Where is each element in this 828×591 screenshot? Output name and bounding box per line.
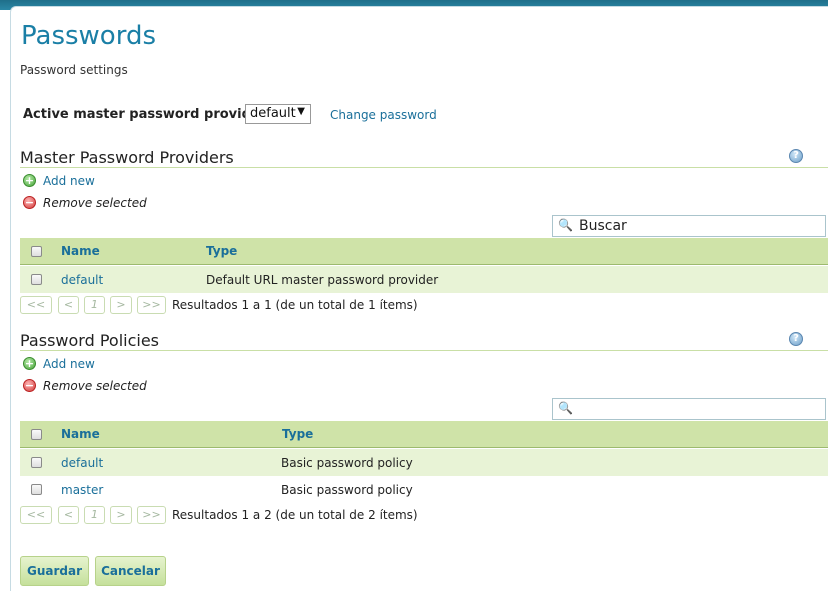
- pager-page-button[interactable]: 1: [84, 296, 105, 314]
- pager-prev-button[interactable]: <: [58, 296, 79, 314]
- add-policy-link[interactable]: Add new: [43, 357, 95, 371]
- change-password-link[interactable]: Change password: [330, 108, 437, 122]
- provider-search-box[interactable]: 🔍: [552, 215, 826, 237]
- provider-search-input[interactable]: [579, 218, 819, 234]
- column-header-type[interactable]: Type: [282, 427, 313, 441]
- row-name-link[interactable]: default: [61, 456, 103, 470]
- pager-last-button[interactable]: >>: [137, 296, 166, 314]
- add-icon[interactable]: +: [23, 174, 36, 187]
- policy-search-box[interactable]: 🔍: [552, 398, 826, 420]
- master-provider-select[interactable]: default ▼: [245, 104, 311, 124]
- select-all-checkbox[interactable]: [31, 429, 42, 440]
- add-provider-link[interactable]: Add new: [43, 174, 95, 188]
- pager-first-button[interactable]: <<: [20, 506, 52, 524]
- search-icon: 🔍: [558, 401, 573, 415]
- row-type: Basic password policy: [281, 456, 413, 470]
- cancel-button[interactable]: Cancelar: [95, 556, 166, 586]
- pager-last-button[interactable]: >>: [137, 506, 166, 524]
- select-all-checkbox[interactable]: [31, 246, 42, 257]
- remove-provider-link[interactable]: Remove selected: [43, 196, 147, 210]
- row-checkbox[interactable]: [31, 274, 42, 285]
- section-divider: [20, 350, 828, 351]
- help-icon[interactable]: ?: [789, 149, 803, 163]
- save-button[interactable]: Guardar: [20, 556, 89, 586]
- master-provider-label: Active master password provider: [23, 107, 267, 122]
- pager-results-text: Resultados 1 a 2 (de un total de 2 ítems…: [172, 508, 418, 522]
- providers-table-header: Name Type: [20, 238, 828, 265]
- section-divider: [20, 167, 828, 168]
- pager-next-button[interactable]: >: [110, 506, 132, 524]
- pager-results-text: Resultados 1 a 1 (de un total de 1 ítems…: [172, 298, 418, 312]
- page-title: Passwords: [21, 21, 156, 51]
- row-name-link[interactable]: default: [61, 273, 103, 287]
- row-type: Default URL master password provider: [206, 273, 439, 287]
- help-icon[interactable]: ?: [789, 332, 803, 346]
- page-subtitle: Password settings: [20, 63, 128, 77]
- row-type: Basic password policy: [281, 483, 413, 497]
- search-icon: 🔍: [558, 218, 573, 232]
- policies-pager: << < 1 > >> Resultados 1 a 2 (de un tota…: [20, 506, 828, 526]
- row-checkbox[interactable]: [31, 484, 42, 495]
- remove-icon[interactable]: −: [23, 196, 36, 209]
- table-row: master Basic password policy: [20, 476, 828, 503]
- column-header-type[interactable]: Type: [206, 244, 237, 258]
- row-checkbox[interactable]: [31, 457, 42, 468]
- providers-pager: << < 1 > >> Resultados 1 a 1 (de un tota…: [20, 296, 828, 316]
- column-header-name[interactable]: Name: [61, 427, 100, 441]
- master-providers-title: Master Password Providers: [20, 148, 234, 167]
- pager-page-button[interactable]: 1: [84, 506, 105, 524]
- row-name-link[interactable]: master: [61, 483, 103, 497]
- pager-first-button[interactable]: <<: [20, 296, 52, 314]
- add-icon[interactable]: +: [23, 357, 36, 370]
- policy-search-input[interactable]: [579, 401, 819, 417]
- pager-next-button[interactable]: >: [110, 296, 132, 314]
- master-provider-selected: default: [250, 106, 296, 121]
- remove-icon[interactable]: −: [23, 379, 36, 392]
- column-header-name[interactable]: Name: [61, 244, 100, 258]
- table-row: default Basic password policy: [20, 449, 828, 476]
- dropdown-arrow-icon: ▼: [297, 106, 305, 117]
- remove-policy-link[interactable]: Remove selected: [43, 379, 147, 393]
- password-policies-title: Password Policies: [20, 331, 159, 350]
- policies-table-header: Name Type: [20, 421, 828, 448]
- pager-prev-button[interactable]: <: [58, 506, 79, 524]
- table-row: default Default URL master password prov…: [20, 266, 828, 293]
